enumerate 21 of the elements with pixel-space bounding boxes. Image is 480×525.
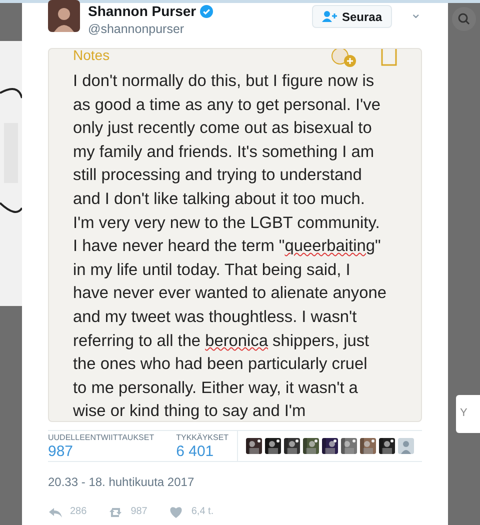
follow-button[interactable]: Seuraa [312, 5, 392, 28]
action-count[interactable]: 286 [70, 504, 87, 519]
author-name[interactable]: Shannon Purser [88, 3, 196, 19]
stat-count[interactable]: 987 [48, 443, 154, 461]
stat-label: UUDELLEENTWIITTAUKSET [48, 433, 154, 443]
author-handle[interactable]: @shannonpurser [88, 21, 214, 37]
action-count[interactable]: 6,4 t. [191, 504, 214, 519]
caret-icon[interactable]: ⌄ [410, 6, 422, 20]
heart-icon[interactable] [169, 504, 184, 518]
stat-count[interactable]: 6 401 [176, 443, 229, 461]
default-avatar-icon[interactable] [398, 438, 414, 454]
side-card-text: Y [460, 407, 468, 419]
tweet-timestamp: 20.33 - 18. huhtikuuta 2017 [48, 474, 196, 491]
action-count[interactable]: 987 [130, 504, 148, 519]
add-user-icon [322, 11, 337, 22]
notes-back-link[interactable]: Notes [73, 49, 110, 63]
search-icon[interactable] [452, 7, 476, 31]
stat-label: TYKKÄYKSET [176, 433, 229, 443]
avatar[interactable] [48, 0, 80, 32]
add-person-icon[interactable] [331, 49, 357, 70]
note-text: I don't normally do this, but I figure now is as good a time as any to get personal. I've only just recently come out as bisexual to my family and friends. It's something I am still processing and trying to understand and I don't like talking about it too much. I'm very very new to the LGBT community. I have never heard the term "queerbaiting" in my life until today. That being said, I have never ever wanted to alienate anyone and my tweet was thoughtless. I wasn't referring to all the beronica shippers, just the ones who had been particularly cruel to me personally. Either way, it wasn't a wise or kind thing to say and I'm [73, 71, 388, 421]
